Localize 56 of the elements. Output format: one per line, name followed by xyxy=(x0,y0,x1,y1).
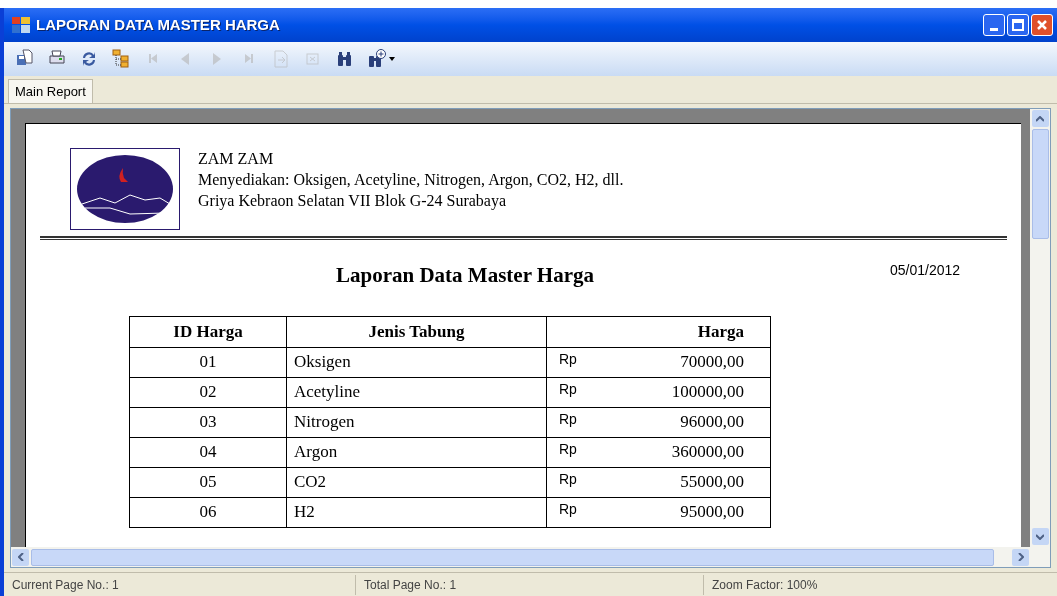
report-title: Laporan Data Master Harga xyxy=(336,262,594,289)
currency-label: Rp xyxy=(559,380,577,400)
table-cell: Nitrogen xyxy=(286,407,547,437)
currency-label: Rp xyxy=(559,470,577,490)
scroll-right-button[interactable] xyxy=(1012,548,1029,566)
table-cell: 05 xyxy=(129,467,287,497)
price-value: 100000,00 xyxy=(671,381,744,404)
close-button[interactable] xyxy=(1031,14,1053,36)
price-value: 360000,00 xyxy=(671,441,744,464)
app-icon xyxy=(12,17,30,33)
table-cell: 01 xyxy=(129,347,287,377)
zoom-icon xyxy=(367,49,387,69)
dropdown-caret-icon xyxy=(389,57,395,61)
table-cell: 03 xyxy=(129,407,287,437)
column-header: Harga xyxy=(546,316,771,347)
vertical-scrollbar[interactable] xyxy=(1030,109,1050,567)
company-address: Griya Kebraon Selatan VII Blok G-24 Surabaya xyxy=(198,191,508,211)
table-cell: CO2 xyxy=(286,467,547,497)
price-value: 55000,00 xyxy=(680,471,744,494)
table-cell: Argon xyxy=(286,437,547,467)
status-text: Zoom Factor: 100% xyxy=(712,576,818,594)
currency-label: Rp xyxy=(559,440,577,460)
table-cell: H2 xyxy=(286,497,547,527)
column-header: Jenis Tabung xyxy=(286,316,547,347)
go-to-page-icon xyxy=(271,49,291,69)
scroll-left-button[interactable] xyxy=(12,548,29,566)
table-cell: 06 xyxy=(129,497,287,527)
scroll-up-button[interactable] xyxy=(1031,110,1049,127)
tab[interactable]: Main Report xyxy=(8,79,93,103)
currency-label: Rp xyxy=(559,350,577,370)
status-text: Total Page No.: 1 xyxy=(364,576,457,594)
currency-label: Rp xyxy=(559,500,577,520)
price-value: 95000,00 xyxy=(680,501,744,524)
minimize-button[interactable] xyxy=(983,14,1005,36)
table-cell: 04 xyxy=(129,437,287,467)
table-cell: 02 xyxy=(129,377,287,407)
table-cell: Oksigen xyxy=(286,347,547,377)
maximize-button[interactable] xyxy=(1007,14,1029,36)
maximize-icon xyxy=(1012,19,1024,31)
close-icon xyxy=(1036,19,1048,31)
window-title: LAPORAN DATA MASTER HARGA xyxy=(36,14,280,35)
price-value: 96000,00 xyxy=(680,411,744,434)
status-text: Current Page No.: 1 xyxy=(12,576,119,594)
company-name: ZAM ZAM xyxy=(198,149,275,169)
price-value: 70000,00 xyxy=(680,351,744,374)
currency-label: Rp xyxy=(559,410,577,430)
report-date: 05/01/2012 xyxy=(890,261,961,280)
minimize-icon xyxy=(990,28,998,31)
table-cell: Acetyline xyxy=(286,377,547,407)
tree-icon xyxy=(111,49,131,69)
company-tagline: Menyediakan: Oksigen, Acetyline, Nitrogen, Argon, CO2, H2, dll. xyxy=(198,170,624,190)
scroll-down-button[interactable] xyxy=(1031,528,1049,545)
previous-page-icon xyxy=(181,53,189,65)
next-page-icon xyxy=(213,53,221,65)
column-header: ID Harga xyxy=(129,316,287,347)
scrollbar-thumb[interactable] xyxy=(1031,129,1049,239)
